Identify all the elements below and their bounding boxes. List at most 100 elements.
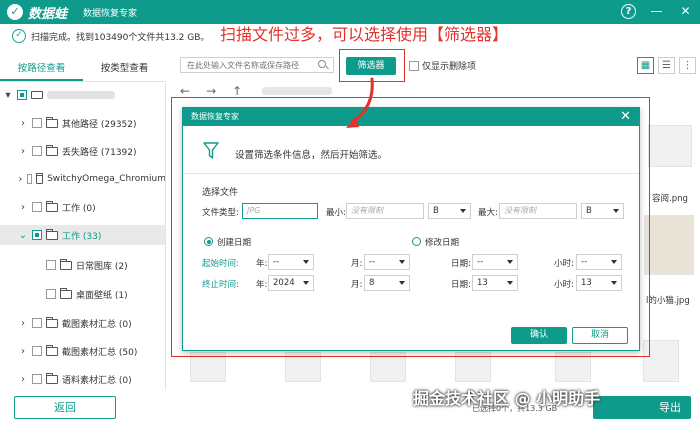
deleted-only-checkbox[interactable] (409, 60, 419, 71)
tree-checkbox[interactable] (26, 174, 33, 184)
confirm-button[interactable]: 确认 (511, 327, 567, 344)
tree-checkbox[interactable] (32, 318, 42, 328)
max-size-input[interactable]: 没有限制 (499, 203, 577, 219)
window-controls: ? — ✕ (621, 3, 694, 20)
start-day-label: 日期: (451, 259, 471, 269)
detail-view-icon[interactable]: ⋮ (679, 57, 696, 74)
up-arrow-icon[interactable]: ↑ (232, 84, 242, 98)
tree-checkbox[interactable] (32, 346, 42, 356)
chevron-right-icon[interactable]: › (18, 174, 23, 185)
start-time-label: 起始时间: (202, 259, 239, 269)
folder-icon (46, 228, 58, 240)
file-type-input[interactable]: JPG (242, 203, 318, 219)
tree-checkbox[interactable] (32, 230, 42, 240)
chevron-right-icon[interactable]: › (18, 374, 28, 385)
app-name: 数据蛙 (28, 6, 68, 22)
search-box (180, 57, 334, 73)
tree-row-drive[interactable]: ▾ (0, 85, 165, 105)
tree-row[interactable]: › SwitchyOmega_Chromium (0, 169, 166, 189)
end-year-label: 年: (256, 280, 268, 290)
tree-checkbox[interactable] (46, 289, 56, 299)
tree-row-selected[interactable]: ⌄ 工作 (33) (0, 225, 165, 245)
back-arrow-icon[interactable]: ← (180, 84, 190, 98)
search-input[interactable] (181, 58, 317, 72)
start-day-select[interactable]: -- (472, 254, 518, 270)
tree-row[interactable]: 桌面壁纸 (1) (0, 284, 165, 304)
view-mode-toggles: ▦ ☰ ⋮ (637, 57, 696, 74)
modified-date-radio[interactable] (412, 237, 421, 246)
tab-by-path[interactable]: 按路径查看 (0, 56, 83, 81)
chevron-right-icon[interactable]: › (18, 146, 28, 157)
end-hour-label: 小时: (554, 280, 574, 290)
chevron-down-icon[interactable]: ⌄ (18, 230, 28, 241)
minimize-icon[interactable]: — (648, 3, 665, 20)
start-year-label: 年: (256, 259, 268, 269)
tree-checkbox[interactable] (46, 260, 56, 270)
start-hour-select[interactable]: -- (576, 254, 622, 270)
created-date-radio[interactable] (204, 237, 213, 246)
chevron-right-icon[interactable]: › (18, 202, 28, 213)
min-size-unit-select[interactable]: B (428, 203, 471, 219)
chevron-down-icon[interactable]: ▾ (3, 90, 13, 101)
search-icon[interactable] (317, 59, 329, 71)
close-icon[interactable]: ✕ (677, 3, 694, 20)
chevron-right-icon[interactable]: › (18, 318, 28, 329)
start-month-value: -- (369, 257, 376, 267)
end-month-label: 月: (351, 280, 363, 290)
max-size-unit-select[interactable]: B (581, 203, 624, 219)
chevron-right-icon[interactable]: › (18, 118, 28, 129)
tree-label: 语料素材汇总 (0) (62, 375, 132, 386)
tree-row[interactable]: › 工作 (0) (0, 197, 165, 217)
tree-label: 其他路径 (29352) (62, 119, 137, 130)
tree-label: 工作 (33) (62, 231, 102, 242)
end-hour-value: 13 (581, 278, 592, 288)
folder-icon (60, 258, 72, 270)
filter-dialog: 数据恢复专家 ✕ 设置筛选条件信息，然后开始筛选。 选择文件 文件类型: JPG… (182, 107, 640, 351)
tree-label: 截图素材汇总 (0) (62, 319, 132, 330)
tree-checkbox[interactable] (32, 146, 42, 156)
tree-row[interactable]: › 语料素材汇总 (0) (0, 369, 165, 389)
export-button[interactable]: 导出 (593, 396, 691, 419)
title-bar: ✓ 数据蛙 数据恢复专家 ? — ✕ (0, 0, 700, 24)
tree-row[interactable]: 日常图库 (2) (0, 255, 165, 275)
end-year-select[interactable]: 2024 (268, 275, 314, 291)
end-day-select[interactable]: 13 (472, 275, 518, 291)
grid-view-icon[interactable]: ▦ (637, 57, 654, 74)
tree-label: 工作 (0) (62, 203, 96, 214)
min-size-input[interactable]: 没有限制 (346, 203, 424, 219)
tree-checkbox[interactable] (32, 118, 42, 128)
help-icon[interactable]: ? (621, 4, 636, 19)
start-hour-label: 小时: (554, 259, 574, 269)
start-year-select[interactable]: -- (268, 254, 314, 270)
app-subtitle: 数据恢复专家 (83, 8, 138, 19)
tree-label: 桌面壁纸 (1) (76, 290, 128, 301)
deleted-only-toggle[interactable]: 仅显示删除项 (409, 59, 476, 72)
chevron-right-icon[interactable]: › (18, 346, 28, 357)
tree-checkbox[interactable] (32, 374, 42, 384)
min-size-unit-value: B (433, 206, 439, 216)
file-thumbnail[interactable] (648, 125, 692, 167)
folder-icon (46, 344, 58, 356)
tree-row[interactable]: › 截图素材汇总 (50) (0, 341, 165, 361)
tree-label: SwitchyOmega_Chromium (47, 174, 166, 184)
back-button[interactable]: 返回 (14, 396, 116, 419)
folder-icon (60, 287, 72, 299)
tree-row[interactable]: › 丢失路径 (71392) (0, 141, 165, 161)
end-year-value: 2024 (273, 278, 295, 288)
tree-checkbox[interactable] (32, 202, 42, 212)
dialog-close-icon[interactable]: ✕ (620, 108, 631, 126)
forward-arrow-icon[interactable]: → (206, 84, 216, 98)
list-view-icon[interactable]: ☰ (658, 57, 675, 74)
end-month-select[interactable]: 8 (364, 275, 410, 291)
tree-checkbox[interactable] (17, 90, 27, 100)
dialog-title: 数据恢复专家 (191, 112, 239, 121)
scan-complete-icon: ✓ (12, 29, 26, 43)
created-date-label: 创建日期 (217, 238, 252, 248)
file-thumbnail[interactable] (644, 215, 694, 275)
end-hour-select[interactable]: 13 (576, 275, 622, 291)
cancel-button[interactable]: 取消 (572, 327, 628, 344)
start-month-select[interactable]: -- (364, 254, 410, 270)
tree-row[interactable]: › 截图素材汇总 (0) (0, 313, 165, 333)
tab-by-type[interactable]: 按类型查看 (83, 56, 166, 81)
tree-row[interactable]: › 其他路径 (29352) (0, 113, 165, 133)
